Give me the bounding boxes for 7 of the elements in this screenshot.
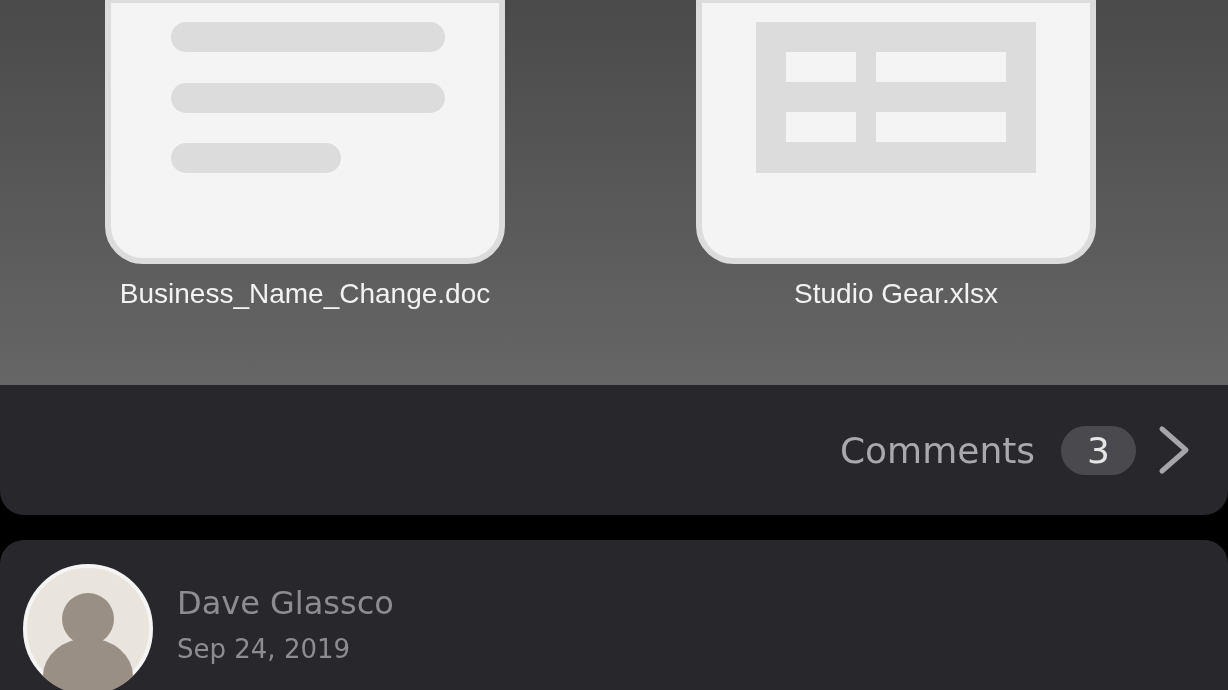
post-date: Sep 24, 2019 [177,634,352,664]
comment-count: 3 [1061,425,1136,475]
comments-link[interactable]: Comments [839,429,1036,471]
file-name: Business_Name_Change.doc [119,278,491,310]
file-name: Studio Gear.xlsx [794,278,998,310]
author-name: Dave Glassco [177,584,394,622]
avatar-icon[interactable] [23,564,153,690]
